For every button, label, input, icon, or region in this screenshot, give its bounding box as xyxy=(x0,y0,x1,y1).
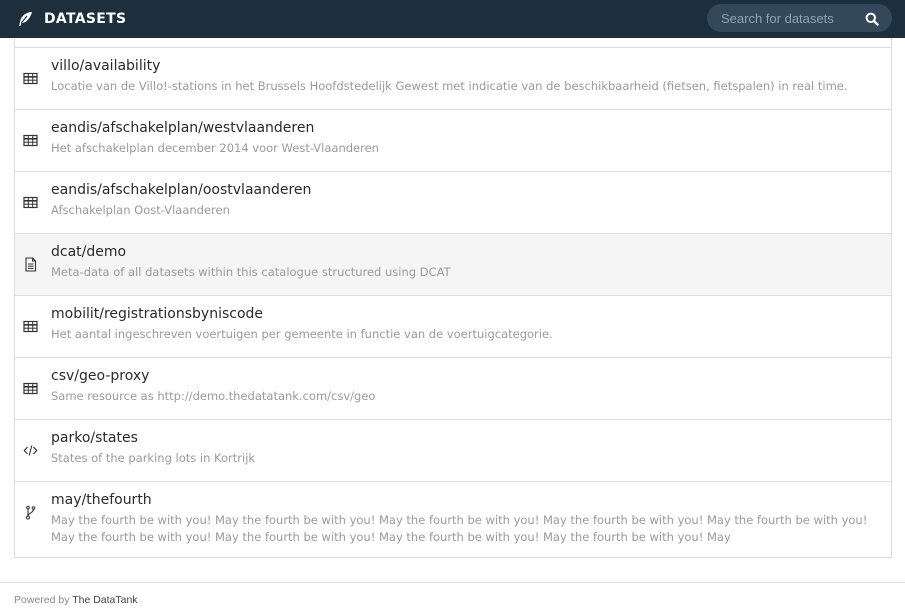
dataset-title[interactable]: mobilit/registrationsbyniscode xyxy=(51,305,875,323)
search-input[interactable] xyxy=(721,10,866,26)
dataset-row[interactable]: csv/geo-proxy Same resource as http://de… xyxy=(15,358,891,420)
dataset-description: May the fourth be with you! May the four… xyxy=(51,513,868,544)
app-title: DATASETS xyxy=(44,11,127,27)
dataset-description: Meta-data of all datasets within this ca… xyxy=(51,265,451,279)
dataset-row[interactable]: villo/availability Locatie van de Villo!… xyxy=(15,48,891,110)
dataset-description: Afschakelplan Oost-Vlaanderen xyxy=(51,203,230,217)
footer-prefix: Powered by xyxy=(14,594,70,606)
top-navbar: DATASETS xyxy=(0,0,905,38)
dataset-title[interactable]: villo/availability xyxy=(51,57,875,75)
dataset-description: Same resource as http://demo.thedatatank… xyxy=(51,389,376,403)
dataset-list: villo/availability Locatie van de Villo!… xyxy=(14,38,892,558)
search-icon[interactable] xyxy=(865,11,879,26)
dataset-title[interactable]: may/thefourth xyxy=(51,491,875,509)
dataset-row[interactable]: may/thefourth May the fourth be with you… xyxy=(15,482,891,557)
brand[interactable]: DATASETS xyxy=(16,10,126,28)
document-icon xyxy=(23,257,38,272)
dataset-row[interactable]: parko/states States of the parking lots … xyxy=(15,420,891,482)
table-icon xyxy=(23,381,38,396)
dataset-description: Het aantal ingeschreven voertuigen per g… xyxy=(51,327,553,341)
dataset-row[interactable]: eandis/afschakelplan/westvlaanderen Het … xyxy=(15,110,891,172)
table-icon xyxy=(23,319,38,334)
dataset-title[interactable]: eandis/afschakelplan/oostvlaanderen xyxy=(51,181,875,199)
dataset-description: States of the parking lots in Kortrijk xyxy=(51,451,256,465)
footer-divider xyxy=(0,582,905,583)
feather-icon xyxy=(16,10,34,28)
list-top-edge xyxy=(15,38,891,48)
dataset-row[interactable]: dcat/demo Meta-data of all datasets with… xyxy=(15,234,891,296)
dataset-title[interactable]: csv/geo-proxy xyxy=(51,367,875,385)
branch-icon xyxy=(23,505,38,520)
dataset-title[interactable]: parko/states xyxy=(51,429,875,447)
datatank-link[interactable]: The DataTank xyxy=(72,594,137,606)
table-icon xyxy=(23,133,38,148)
table-icon xyxy=(23,195,38,210)
dataset-description: Locatie van de Villo!-stations in het Br… xyxy=(51,79,848,93)
dataset-description: Het afschakelplan december 2014 voor Wes… xyxy=(51,141,379,155)
search-box xyxy=(707,4,892,32)
footer: Powered by The DataTank xyxy=(14,594,138,606)
dataset-row[interactable]: eandis/afschakelplan/oostvlaanderen Afsc… xyxy=(15,172,891,234)
dataset-title[interactable]: dcat/demo xyxy=(51,243,875,261)
code-icon xyxy=(23,443,38,458)
dataset-row[interactable]: mobilit/registrationsbyniscode Het aanta… xyxy=(15,296,891,358)
dataset-title[interactable]: eandis/afschakelplan/westvlaanderen xyxy=(51,119,875,137)
table-icon xyxy=(23,71,38,86)
